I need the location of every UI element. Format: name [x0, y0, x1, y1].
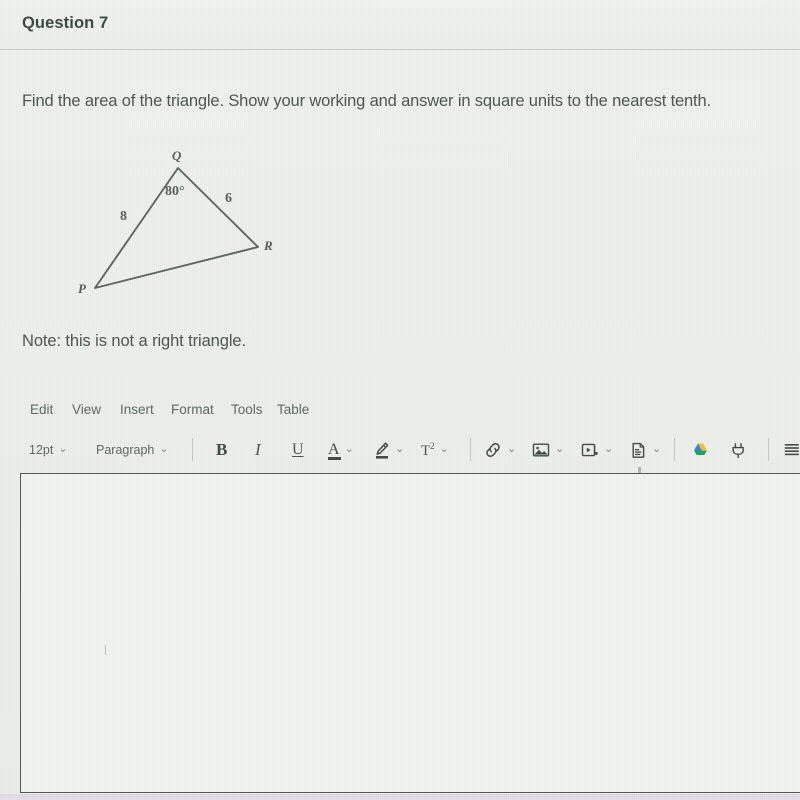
side-label-pq: 8	[120, 209, 127, 224]
document-icon	[630, 442, 647, 459]
superscript-button[interactable]: T2 ⌄	[421, 437, 449, 463]
underline-button[interactable]: U	[292, 437, 304, 463]
screen-bottom-edge	[0, 794, 800, 800]
chevron-down-icon: ⌄	[507, 442, 517, 455]
menu-item-table[interactable]: Table	[277, 402, 309, 417]
text-color-letter: A	[328, 441, 340, 458]
side-label-qr: 6	[225, 191, 232, 206]
question-header: Question 7	[0, 0, 800, 50]
media-icon	[581, 442, 599, 458]
editor-toolbar: 12pt ⌄ Paragraph ⌄ B I U A ⌄ ⌄ T2 ⌄ ⌄ ⌄ …	[0, 437, 800, 465]
chevron-down-icon: ⌄	[395, 442, 405, 455]
chevron-down-icon: ⌄	[439, 442, 449, 455]
link-icon	[484, 442, 502, 458]
insert-image-button[interactable]: ⌄	[532, 437, 564, 463]
plug-icon	[730, 442, 747, 459]
font-size-value: 12pt	[29, 443, 54, 457]
chevron-down-icon: ⌄	[604, 442, 614, 455]
question-prompt: Find the area of the triangle. Show your…	[22, 92, 711, 110]
google-drive-icon	[692, 442, 709, 458]
chevron-down-icon: ⌄	[652, 442, 662, 455]
font-size-select[interactable]: 12pt ⌄	[29, 437, 68, 463]
question-note: Note: this is not a right triangle.	[22, 332, 246, 350]
paragraph-format-value: Paragraph	[96, 443, 155, 457]
question-page: Question 7 Find the area of the triangle…	[0, 0, 800, 800]
triangle-svg	[94, 167, 259, 289]
vertex-label-q: Q	[172, 148, 182, 163]
text-cursor	[105, 645, 106, 655]
embed-plug-button[interactable]	[730, 437, 747, 463]
insert-media-button[interactable]: ⌄	[581, 437, 613, 463]
answer-editor-area[interactable]	[20, 473, 800, 793]
menu-item-view[interactable]: View	[72, 402, 101, 417]
highlight-color-button[interactable]: ⌄	[374, 437, 404, 463]
image-icon	[532, 442, 550, 458]
italic-button[interactable]: I	[255, 437, 261, 463]
vertex-label-p: P	[78, 281, 86, 296]
editor-menubar: Edit View Insert Format Tools Table	[0, 402, 800, 428]
superscript-letter: T	[421, 442, 431, 459]
vertex-label-r: R	[264, 238, 273, 253]
align-lines-icon	[784, 443, 800, 457]
toolbar-separator	[192, 438, 193, 461]
menu-item-tools[interactable]: Tools	[231, 402, 263, 417]
angle-label-80: 80°	[165, 184, 185, 199]
menu-item-insert[interactable]: Insert	[120, 402, 154, 417]
google-drive-button[interactable]	[692, 437, 709, 463]
text-color-swatch	[328, 457, 341, 460]
chevron-down-icon: ⌄	[555, 442, 565, 455]
chevron-down-icon: ⌄	[159, 442, 169, 455]
insert-document-button[interactable]: ⌄	[630, 437, 661, 463]
toolbar-separator	[470, 438, 471, 461]
menu-item-format[interactable]: Format	[171, 402, 214, 417]
menu-item-edit[interactable]: Edit	[30, 402, 53, 417]
paragraph-format-select[interactable]: Paragraph ⌄	[96, 437, 169, 463]
chevron-down-icon: ⌄	[58, 442, 68, 455]
bold-button[interactable]: B	[216, 437, 227, 463]
align-button[interactable]	[784, 437, 800, 463]
chevron-down-icon: ⌄	[344, 442, 354, 455]
triangle-figure: Q P R 80° 8 6	[70, 140, 300, 310]
toolbar-separator	[768, 438, 769, 461]
insert-link-button[interactable]: ⌄	[484, 437, 516, 463]
toolbar-separator	[674, 438, 675, 461]
superscript-exponent: 2	[430, 440, 435, 451]
highlighter-pen-icon	[374, 441, 390, 459]
text-color-icon: A	[328, 441, 341, 460]
text-color-button[interactable]: A ⌄	[328, 437, 354, 463]
superscript-icon: T2	[421, 441, 435, 460]
page-title: Question 7	[22, 14, 109, 32]
